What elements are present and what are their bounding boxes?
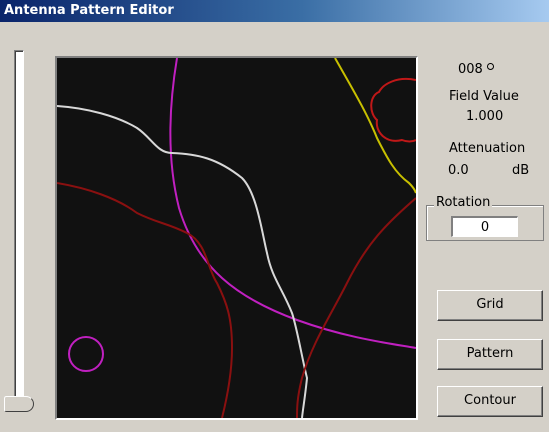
darkred-contour-line	[57, 182, 234, 418]
attenuation-label: Attenuation	[449, 141, 526, 156]
vertical-slider-thumb[interactable]	[4, 396, 34, 412]
attenuation-unit: dB	[512, 163, 530, 178]
rotation-input[interactable]	[451, 216, 518, 237]
vertical-slider-track[interactable]	[14, 50, 24, 404]
darkred-diagonal-line	[296, 197, 416, 418]
white-contour-line	[57, 105, 309, 418]
field-value: 1.000	[466, 109, 504, 124]
rotation-label: Rotation	[434, 195, 493, 210]
pattern-button[interactable]: Pattern	[437, 339, 543, 370]
window-title: Antenna Pattern Editor	[4, 3, 174, 18]
magenta-small-contour	[68, 336, 104, 372]
pattern-plot	[57, 58, 416, 418]
angle-value: 008	[458, 62, 483, 77]
field-value-label: Field Value	[449, 89, 519, 104]
antenna-pattern-canvas[interactable]	[55, 56, 418, 420]
degree-icon	[486, 63, 494, 70]
contour-button[interactable]: Contour	[437, 386, 543, 417]
magenta-contour-line	[169, 58, 416, 349]
angle-readout: 008	[458, 62, 494, 77]
grid-button[interactable]: Grid	[437, 290, 543, 321]
title-bar: Antenna Pattern Editor	[0, 0, 549, 22]
attenuation-value: 0.0	[448, 163, 469, 178]
red-lobe-contour	[370, 78, 416, 143]
